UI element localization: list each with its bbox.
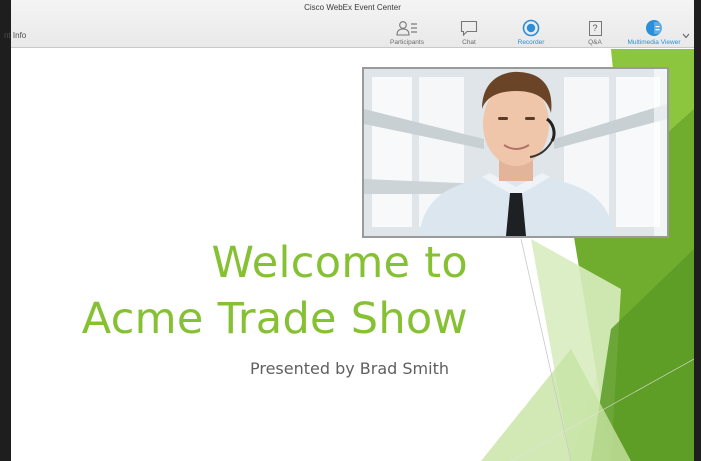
window-frame-right (694, 0, 701, 461)
top-toolbar: Cisco WebEx Event Center nt Info Partici… (4, 0, 694, 48)
event-info-tab[interactable]: nt Info (4, 31, 26, 40)
presenter-video-image (364, 69, 667, 236)
presenter-video[interactable] (362, 67, 669, 238)
slide-title-line-1: Welcome to (211, 238, 468, 288)
qa-glyph: ? (588, 20, 602, 36)
slide-subtitle: Presented by Brad Smith (249, 359, 449, 378)
window-title: Cisco WebEx Event Center (304, 3, 401, 12)
slide-title-line-2: Acme Trade Show (81, 294, 468, 344)
window-frame-left (0, 0, 11, 461)
chevron-down-icon[interactable] (682, 26, 690, 44)
